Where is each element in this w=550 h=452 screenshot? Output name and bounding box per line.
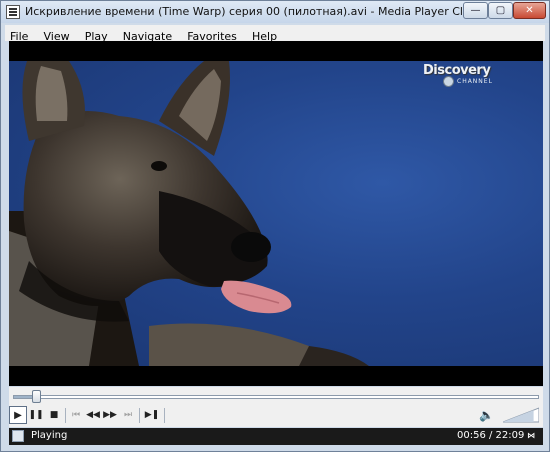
video-area[interactable]: Discovery CHANNEL [9, 41, 543, 386]
title-bar[interactable]: Искривление времени (Time Warp) серия 00… [1, 1, 549, 23]
volume-slider[interactable] [503, 407, 539, 423]
status-time: 00:56 / 22:09 [457, 430, 525, 441]
seek-track[interactable] [13, 395, 539, 399]
seek-thumb[interactable] [32, 390, 41, 403]
minimize-button[interactable]: — [463, 2, 488, 19]
status-media-icon [12, 430, 24, 442]
volume-level [503, 407, 539, 423]
fast-forward-button[interactable]: ▶▶ [101, 406, 119, 424]
logo-subtext: CHANNEL [457, 78, 493, 85]
toolbar-separator [164, 408, 165, 423]
maximize-button[interactable]: ▢ [488, 2, 513, 19]
discovery-logo: Discovery CHANNEL [423, 63, 507, 89]
frame-step-button[interactable]: ▶❚ [143, 406, 161, 424]
status-bar: Playing 00:56 / 22:09 ⋈ [9, 428, 543, 445]
dog-image [9, 61, 369, 366]
video-frame: Discovery CHANNEL [9, 61, 543, 366]
rewind-button[interactable]: ◀◀ [84, 406, 102, 424]
previous-button[interactable]: ⏮ [67, 406, 85, 424]
next-button[interactable]: ⏭ [119, 406, 137, 424]
window-title: Искривление времени (Time Warp) серия 00… [25, 5, 465, 18]
volume-icon[interactable]: 🔈 [479, 407, 495, 423]
stop-button[interactable]: ■ [45, 406, 63, 424]
toolbar-separator [139, 408, 140, 423]
close-button[interactable]: ✕ [513, 2, 546, 19]
status-state: Playing [31, 430, 68, 441]
play-button[interactable]: ▶ [9, 406, 27, 424]
seek-bar[interactable] [9, 387, 543, 407]
app-icon[interactable] [6, 5, 20, 19]
toolbar-separator [65, 408, 66, 423]
logo-text: Discovery [423, 63, 491, 78]
player-window: Искривление времени (Time Warp) серия 00… [0, 0, 550, 452]
playback-toolbar: ▶ ❚❚ ■ ⏮ ◀◀ ▶▶ ⏭ ▶❚ 🔈 [9, 405, 543, 427]
menu-bar: File View Play Navigate Favorites Help [5, 25, 545, 43]
globe-icon [443, 76, 454, 87]
pause-button[interactable]: ❚❚ [27, 406, 45, 424]
status-flag-icon: ⋈ [527, 431, 535, 440]
